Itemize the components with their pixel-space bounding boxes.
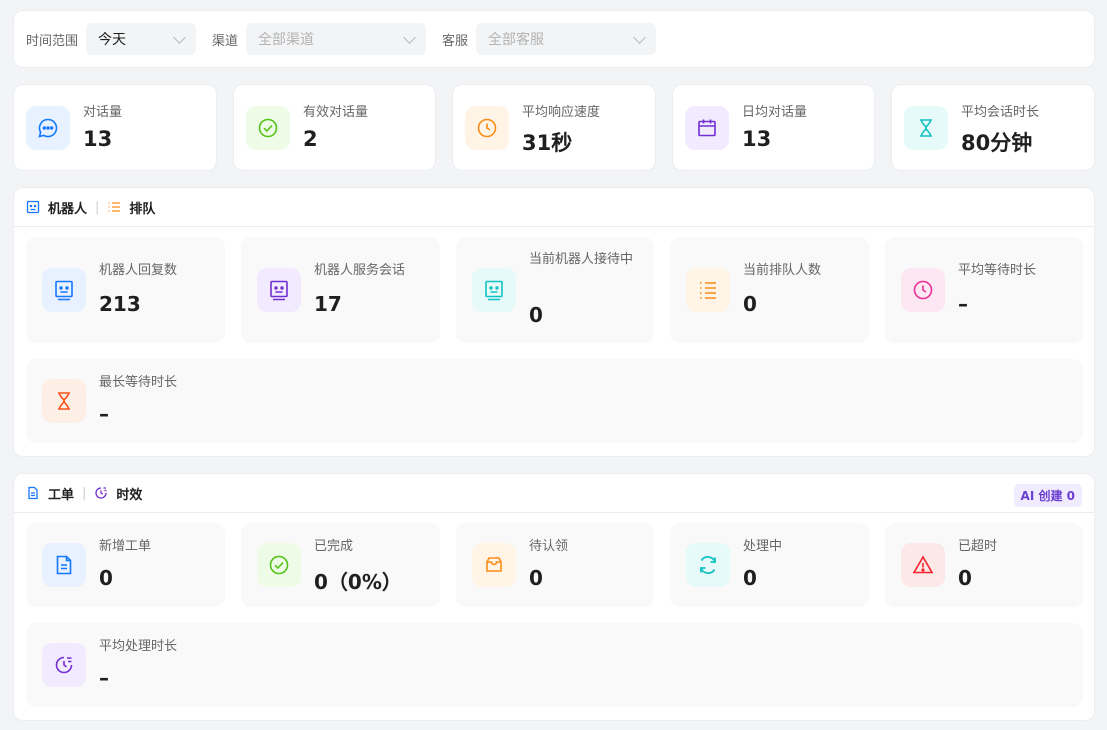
robot-icon bbox=[42, 268, 86, 312]
stat-card-robot-serving: 当前机器人接待中 0 bbox=[456, 237, 654, 343]
stat-card-new-tickets: 新增工单 0 bbox=[26, 523, 225, 607]
stat-value: 13 bbox=[742, 127, 772, 151]
time-range-label: 时间范围 bbox=[26, 33, 79, 49]
stat-label: 平均响应速度 bbox=[522, 105, 601, 120]
ticket-timing-section: 工单 | 时效 AI 创建 0 新增工单 0 已完成 0（0%） 待认领 0 处… bbox=[13, 473, 1095, 721]
time-range-value: 今天 bbox=[98, 32, 127, 48]
tab-robot[interactable]: 机器人 bbox=[48, 198, 87, 217]
warning-icon bbox=[901, 543, 945, 587]
robot-icon bbox=[26, 200, 40, 214]
stat-value: 13 bbox=[83, 127, 113, 151]
chat-bubble-icon bbox=[26, 106, 70, 150]
stat-value: 0 bbox=[529, 566, 543, 590]
inbox-icon bbox=[472, 543, 516, 587]
check-circle-icon bbox=[246, 106, 290, 150]
chevron-down-icon bbox=[633, 30, 646, 44]
tab-ticket[interactable]: 工单 bbox=[48, 484, 74, 503]
channel-select[interactable]: 全部渠道 bbox=[246, 23, 427, 55]
stat-value: 213 bbox=[99, 292, 141, 316]
stat-label: 已完成 bbox=[314, 539, 354, 554]
channel-label: 渠道 bbox=[212, 33, 239, 49]
robot-queue-section: 机器人 | 排队 机器人回复数 213 机器人服务会话 17 当前机器人接待中 … bbox=[13, 187, 1095, 457]
divider: | bbox=[82, 485, 87, 501]
list-icon bbox=[686, 268, 730, 312]
stat-label: 当前机器人接待中 bbox=[529, 252, 634, 267]
stat-value: 0（0%） bbox=[314, 570, 402, 594]
stat-card-robot-replies: 机器人回复数 213 bbox=[26, 237, 225, 343]
agent-value: 全部客服 bbox=[488, 32, 545, 48]
stat-card-avg-handle: 平均处理时长 – bbox=[26, 623, 1083, 707]
stat-label: 对话量 bbox=[83, 105, 123, 120]
stat-value: 0 bbox=[99, 566, 113, 590]
tab-queue[interactable]: 排队 bbox=[129, 198, 155, 217]
stat-label: 已超时 bbox=[958, 539, 998, 554]
stat-label: 平均会话时长 bbox=[961, 105, 1040, 120]
section-header: 工单 | 时效 AI 创建 0 bbox=[14, 474, 1094, 513]
stat-value: – bbox=[99, 666, 109, 690]
document-icon bbox=[26, 486, 40, 500]
stat-label: 有效对话量 bbox=[303, 105, 369, 120]
agent-select[interactable]: 全部客服 bbox=[476, 23, 657, 55]
stat-card-overdue: 已超时 0 bbox=[885, 523, 1083, 607]
stat-value: 0 bbox=[958, 566, 972, 590]
stat-card-valid-conversations: 有效对话量 2 bbox=[233, 84, 436, 171]
stat-card-avg-wait: 平均等待时长 – bbox=[885, 237, 1083, 343]
tab-timing[interactable]: 时效 bbox=[116, 484, 142, 503]
stat-value: 31秒 bbox=[522, 131, 573, 155]
section-header: 机器人 | 排队 bbox=[14, 188, 1094, 227]
robot-icon bbox=[472, 268, 516, 312]
stat-value: 17 bbox=[314, 292, 342, 316]
stat-label: 平均等待时长 bbox=[958, 263, 1037, 278]
calendar-icon bbox=[685, 106, 729, 150]
stat-card-completed: 已完成 0（0%） bbox=[241, 523, 440, 607]
agent-label: 客服 bbox=[442, 33, 469, 49]
chevron-down-icon bbox=[403, 30, 416, 44]
stat-value: – bbox=[958, 292, 968, 316]
clock-icon bbox=[465, 106, 509, 150]
stat-label: 日均对话量 bbox=[742, 105, 808, 120]
list-icon bbox=[107, 200, 121, 214]
stat-card-processing: 处理中 0 bbox=[670, 523, 869, 607]
stat-label: 当前排队人数 bbox=[743, 263, 822, 278]
divider: | bbox=[95, 199, 100, 215]
stat-card-daily-avg: 日均对话量 13 bbox=[672, 84, 875, 171]
timer-icon bbox=[94, 486, 108, 500]
ai-created-badge: AI 创建 0 bbox=[1013, 484, 1082, 507]
stat-label: 机器人服务会话 bbox=[314, 263, 406, 278]
refresh-icon bbox=[686, 543, 730, 587]
stat-card-conversations: 对话量 13 bbox=[13, 84, 217, 171]
check-circle-icon bbox=[257, 543, 301, 587]
filter-bar: 时间范围 今天 渠道 全部渠道 客服 全部客服 bbox=[13, 10, 1095, 68]
stat-card-max-wait: 最长等待时长 – bbox=[26, 359, 1083, 443]
hourglass-icon bbox=[904, 106, 948, 150]
stat-value: 0 bbox=[529, 303, 543, 327]
stat-value: 80分钟 bbox=[961, 131, 1033, 155]
stat-card-avg-session: 平均会话时长 80分钟 bbox=[891, 84, 1095, 171]
stat-label: 新增工单 bbox=[99, 539, 152, 554]
stat-card-queue-count: 当前排队人数 0 bbox=[670, 237, 869, 343]
robot-icon bbox=[257, 268, 301, 312]
timer-icon bbox=[42, 643, 86, 687]
stat-value: 2 bbox=[303, 127, 318, 151]
stat-label: 最长等待时长 bbox=[99, 375, 178, 390]
stat-card-avg-response: 平均响应速度 31秒 bbox=[452, 84, 656, 171]
stat-value: 0 bbox=[743, 566, 757, 590]
time-range-select[interactable]: 今天 bbox=[86, 23, 197, 55]
stat-value: 0 bbox=[743, 292, 757, 316]
channel-value: 全部渠道 bbox=[258, 32, 315, 48]
stat-label: 平均处理时长 bbox=[99, 639, 178, 654]
document-icon bbox=[42, 543, 86, 587]
clock-icon bbox=[901, 268, 945, 312]
stat-label: 处理中 bbox=[743, 539, 783, 554]
stat-value: – bbox=[99, 402, 109, 426]
stat-card-robot-sessions: 机器人服务会话 17 bbox=[241, 237, 440, 343]
stat-label: 待认领 bbox=[529, 539, 569, 554]
stat-card-pending-claim: 待认领 0 bbox=[456, 523, 654, 607]
stat-label: 机器人回复数 bbox=[99, 263, 178, 278]
hourglass-icon bbox=[42, 379, 86, 423]
chevron-down-icon bbox=[173, 30, 186, 44]
